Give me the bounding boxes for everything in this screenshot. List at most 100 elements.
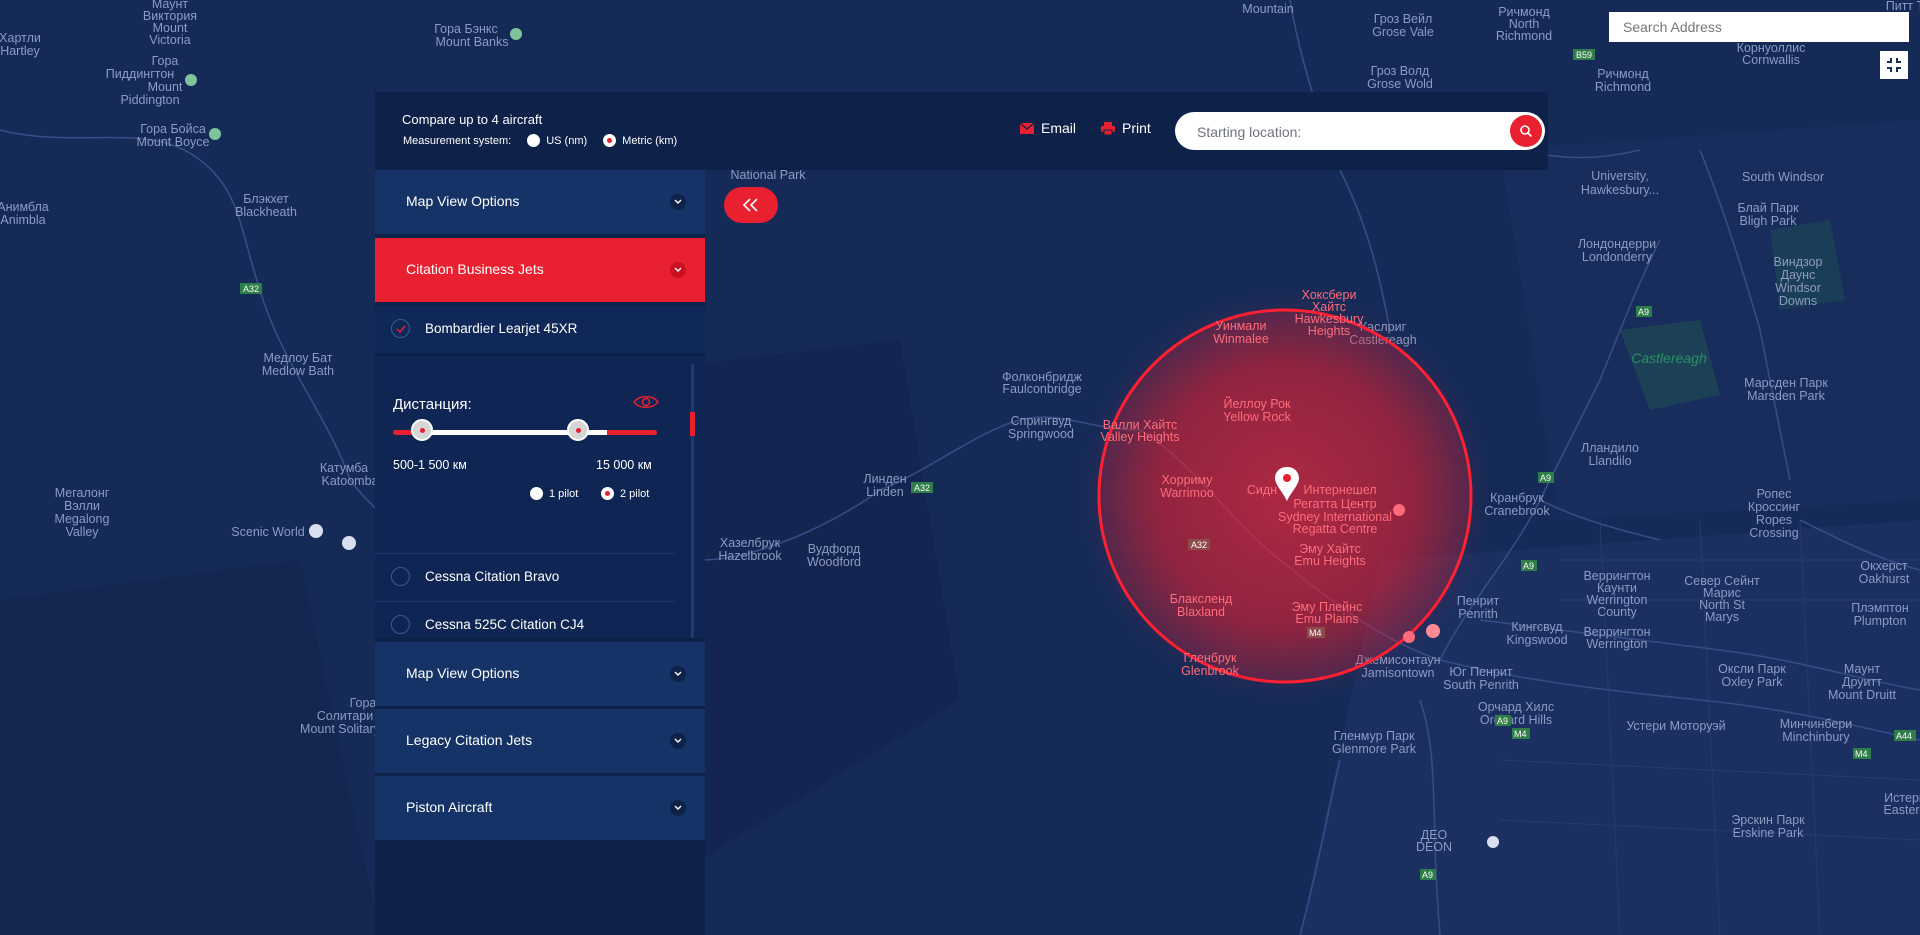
map-label-95: South Penrith [1443,678,1519,692]
accordion-label: Piston Aircraft [406,799,493,815]
map-label-58: Хазелбрук [720,536,781,550]
svg-text:A9: A9 [1497,716,1508,726]
map-label-110: Eastern [1883,803,1920,817]
eye-icon[interactable] [633,394,659,410]
map-label-108: Erskine Park [1733,826,1805,840]
radio-1-pilot[interactable] [530,487,543,500]
distance-panel: Дистанция: 500-1 500 км 15 000 км 1 pilo… [375,356,705,638]
map-label-64: Марсден Парк [1744,376,1828,390]
svg-text:M4: M4 [1855,749,1868,759]
map-label-30: South Windsor [1742,170,1824,184]
map-label-90: Окхерст [1860,559,1907,573]
map-label-103: Минчинбери [1780,717,1853,731]
range-label-3: Heights [1308,324,1350,338]
map-label-50: Valley [65,525,99,539]
double-chevron-left-icon [742,198,758,212]
map-label-81: County [1597,605,1637,619]
range-label-24: Glenbrook [1181,664,1239,678]
accordion-piston-aircraft[interactable]: Piston Aircraft [375,776,705,840]
range-label-13: Интернешел [1303,483,1376,497]
starting-location-search-button[interactable] [1510,115,1542,147]
map-label-11: Mount Boyce [137,135,210,149]
pilot-option-2[interactable]: 2 pilot [601,487,649,500]
scrollbar-thumb[interactable] [690,412,695,436]
accordion-label: Map View Options [406,193,520,209]
slider-handle-min[interactable] [411,419,433,441]
map-label-8: Mount [148,80,183,94]
range-label-18: Emu Heights [1294,554,1366,568]
range-label-4: Уинмали [1215,319,1266,333]
map-label-105: Гленмур Парк [1334,729,1415,743]
address-search-input[interactable] [1609,12,1909,42]
map-label-37: Windsor [1775,281,1821,295]
map-label-68: Кранбрук [1490,491,1544,505]
collapse-sidebar-button[interactable] [724,187,778,223]
checkbox-checked[interactable] [391,319,410,338]
map-label-10: Гора Бойса [140,122,206,136]
range-label-9: Valley Heights [1101,430,1180,444]
range-max-label: 15 000 км [596,458,652,472]
pilot-option-1[interactable]: 1 pilot [530,487,578,500]
map-label-66: Лландило [1581,441,1639,455]
checkbox[interactable] [391,567,410,586]
map-green-labels: Castlereagh [1631,350,1707,366]
svg-text:A9: A9 [1523,561,1534,571]
radio-us-label: US (nm) [546,134,588,147]
radio-metric[interactable] [603,134,617,147]
map-label-19: Richmond [1496,29,1552,43]
starting-location-input[interactable] [1195,112,1499,152]
scrollbar[interactable] [691,364,694,638]
slider-handle-max[interactable] [567,419,589,441]
map-label-61: Woodford [807,555,861,569]
map-label-57: Linden [866,485,904,499]
chevron-down-icon [670,194,686,210]
map-label-97: Oxley Park [1721,675,1783,689]
aircraft-name: Cessna Citation Bravo [425,569,560,584]
map-label-77: Kingswood [1506,633,1567,647]
accordion-label: Legacy Citation Jets [406,732,533,748]
aircraft-item-citation-bravo[interactable]: Cessna Citation Bravo [375,554,705,601]
print-button[interactable]: Print [1101,120,1151,136]
accordion-map-view-options-2[interactable]: Map View Options [375,642,705,706]
map-label-116: Устери Моторуэй [1626,719,1725,733]
map-label-115: Mount Solitary [300,722,381,736]
checkbox[interactable] [391,615,410,634]
map-label-36: Даунс [1781,268,1816,282]
radio-2-pilot[interactable] [601,487,614,500]
map-label-9: Piddington [120,93,179,107]
green-label-0: Castlereagh [1631,350,1707,366]
fullscreen-exit-icon [1887,58,1901,72]
measurement-label: Measurement system: [403,134,512,147]
map-label-72: Ropes [1756,513,1792,527]
check-icon [395,325,406,333]
svg-text:A9: A9 [1422,870,1433,880]
aircraft-name: Bombardier Learjet 45XR [425,321,578,336]
aircraft-item-learjet[interactable]: Bombardier Learjet 45XR [375,306,705,353]
sidebar: Map View Options Citation Business Jets … [375,170,705,935]
accordion-citation-business-jets[interactable]: Citation Business Jets [375,238,705,302]
svg-text:A9: A9 [1540,473,1551,483]
map-label-71: Кроссинг [1748,500,1801,514]
map-label-100: Mount Druitt [1828,688,1897,702]
email-button[interactable]: Email [1020,120,1076,136]
aircraft-item-citation-cj4[interactable]: Cessna 525C Citation CJ4 [375,602,705,638]
svg-text:A32: A32 [243,284,259,294]
map-label-41: Блэкхет [243,192,289,206]
map-label-43: Медлоу Бат [263,351,332,365]
svg-text:A32: A32 [1191,540,1207,550]
starting-location-box [1175,112,1545,152]
map-label-12: Гора Бэнкс [434,22,498,36]
accordion-legacy-citation-jets[interactable]: Legacy Citation Jets [375,709,705,773]
map-label-53: Faulconbridge [1002,382,1081,396]
map-label-112: DEON [1416,840,1452,854]
map-label-88: Плэмптон [1851,601,1909,615]
map-label-99: Друитт [1842,675,1882,689]
range-label-7: Yellow Rock [1223,410,1291,424]
map-label-60: Вудфорд [808,542,861,556]
pilot-2-label: 2 pilot [620,487,650,500]
accordion-label: Citation Business Jets [406,261,544,277]
accordion-map-view-options[interactable]: Map View Options [375,170,705,234]
radio-us[interactable] [527,134,541,147]
range-min-label: 500-1 500 км [393,458,467,472]
fullscreen-exit-button[interactable] [1880,51,1908,79]
